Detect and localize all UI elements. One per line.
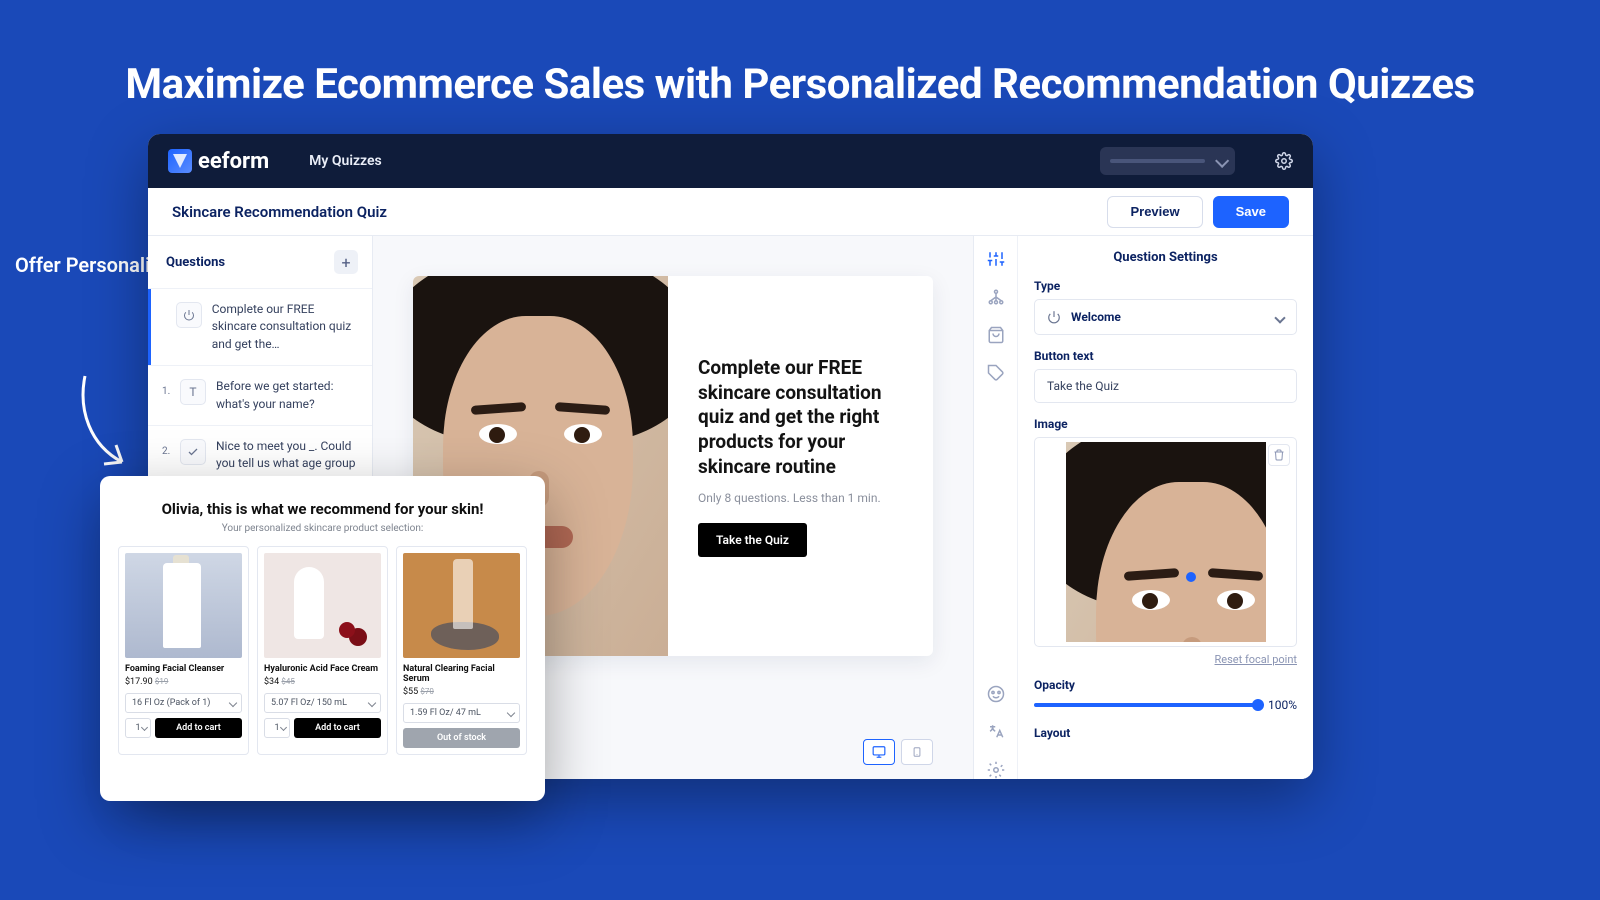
reset-focal-link[interactable]: Reset focal point — [1034, 653, 1297, 666]
hero-tagline: Maximize Ecommerce Sales with Personaliz… — [0, 60, 1600, 109]
button-text-label: Button text — [1034, 349, 1297, 363]
opacity-slider[interactable]: 100% — [1034, 698, 1297, 712]
tag-icon[interactable] — [987, 364, 1005, 382]
product-name: Foaming Facial Cleanser — [125, 664, 242, 674]
variant-select[interactable]: 1.59 Fl Oz/ 47 mL — [403, 703, 520, 723]
theme-icon[interactable] — [987, 685, 1005, 703]
add-to-cart-button[interactable]: Add to cart — [155, 718, 242, 738]
product-card: Natural Clearing Facial Serum $55 $70 1.… — [396, 546, 527, 755]
image-thumbnail — [1066, 442, 1266, 642]
sliders-icon[interactable] — [987, 250, 1005, 268]
type-label: Type — [1034, 279, 1297, 293]
desktop-view-button[interactable] — [863, 739, 895, 765]
image-well[interactable] — [1034, 437, 1297, 647]
popup-subtitle: Your personalized skincare product selec… — [118, 523, 527, 534]
settings-rail — [974, 236, 1018, 779]
opacity-label: Opacity — [1034, 678, 1297, 692]
preview-button[interactable]: Preview — [1107, 196, 1202, 228]
quiz-heading: Complete our FREE skincare consultation … — [698, 356, 903, 479]
settings-panel: Question Settings Type Welcome Button te… — [973, 236, 1313, 779]
product-image — [125, 553, 242, 658]
check-icon — [180, 439, 206, 465]
button-text-input[interactable]: Take the Quiz — [1034, 369, 1297, 403]
add-question-button[interactable]: + — [334, 250, 358, 274]
product-card: Foaming Facial Cleanser $17.90 $19 16 Fl… — [118, 546, 249, 755]
questions-header: Questions — [166, 255, 225, 270]
focal-point-handle[interactable] — [1186, 572, 1196, 582]
gear-icon[interactable] — [1275, 152, 1293, 170]
brand-logo[interactable]: eeform — [168, 149, 269, 174]
product-card: Hyaluronic Acid Face Cream $34 $45 5.07 … — [257, 546, 388, 755]
product-price: $55 $70 — [403, 687, 520, 697]
callout-arrow-icon — [70, 370, 140, 475]
quiz-subheading: Only 8 questions. Less than 1 min. — [698, 491, 903, 505]
power-icon — [176, 302, 202, 328]
brand-word: eeform — [198, 149, 269, 174]
text-type-icon: T — [180, 379, 206, 405]
bag-icon[interactable] — [987, 326, 1005, 344]
product-price: $17.90 $19 — [125, 677, 242, 687]
out-of-stock-button: Out of stock — [403, 728, 520, 748]
layout-label: Layout — [1034, 726, 1297, 740]
product-image — [264, 553, 381, 658]
image-label: Image — [1034, 417, 1297, 431]
quiz-title: Skincare Recommendation Quiz — [172, 203, 387, 221]
device-toggle — [863, 739, 933, 765]
add-to-cart-button[interactable]: Add to cart — [294, 718, 381, 738]
recommendation-popup: Olivia, this is what we recommend for yo… — [100, 476, 545, 801]
nav-my-quizzes[interactable]: My Quizzes — [309, 153, 382, 169]
topbar: eeform My Quizzes — [148, 134, 1313, 188]
question-item[interactable]: 1. T Before we get started: what's your … — [148, 366, 372, 426]
question-item[interactable]: Complete our FREE skincare consultation … — [148, 289, 372, 366]
qty-select[interactable]: 1 — [125, 718, 151, 738]
subbar: Skincare Recommendation Quiz Preview Sav… — [148, 188, 1313, 236]
delete-image-button[interactable] — [1268, 444, 1290, 466]
power-icon — [1047, 310, 1061, 324]
product-image — [403, 553, 520, 658]
popup-title: Olivia, this is what we recommend for yo… — [118, 500, 527, 518]
type-select[interactable]: Welcome — [1034, 299, 1297, 335]
mobile-view-button[interactable] — [901, 739, 933, 765]
brand-mark-icon — [168, 149, 192, 173]
flow-icon[interactable] — [987, 288, 1005, 306]
settings-gear-icon[interactable] — [987, 761, 1005, 779]
take-quiz-button[interactable]: Take the Quiz — [698, 523, 807, 557]
product-price: $34 $45 — [264, 677, 381, 687]
question-text: Before we get started: what's your name? — [216, 378, 360, 413]
product-name: Natural Clearing Facial Serum — [403, 664, 520, 684]
save-button[interactable]: Save — [1213, 196, 1289, 228]
translate-icon[interactable] — [987, 723, 1005, 741]
workspace-selector[interactable] — [1100, 147, 1235, 175]
variant-select[interactable]: 5.07 Fl Oz/ 150 mL — [264, 693, 381, 713]
variant-select[interactable]: 16 Fl Oz (Pack of 1) — [125, 693, 242, 713]
qty-select[interactable]: 1 — [264, 718, 290, 738]
question-text: Complete our FREE skincare consultation … — [212, 301, 360, 353]
settings-panel-title: Question Settings — [1034, 250, 1297, 265]
product-name: Hyaluronic Acid Face Cream — [264, 664, 381, 674]
